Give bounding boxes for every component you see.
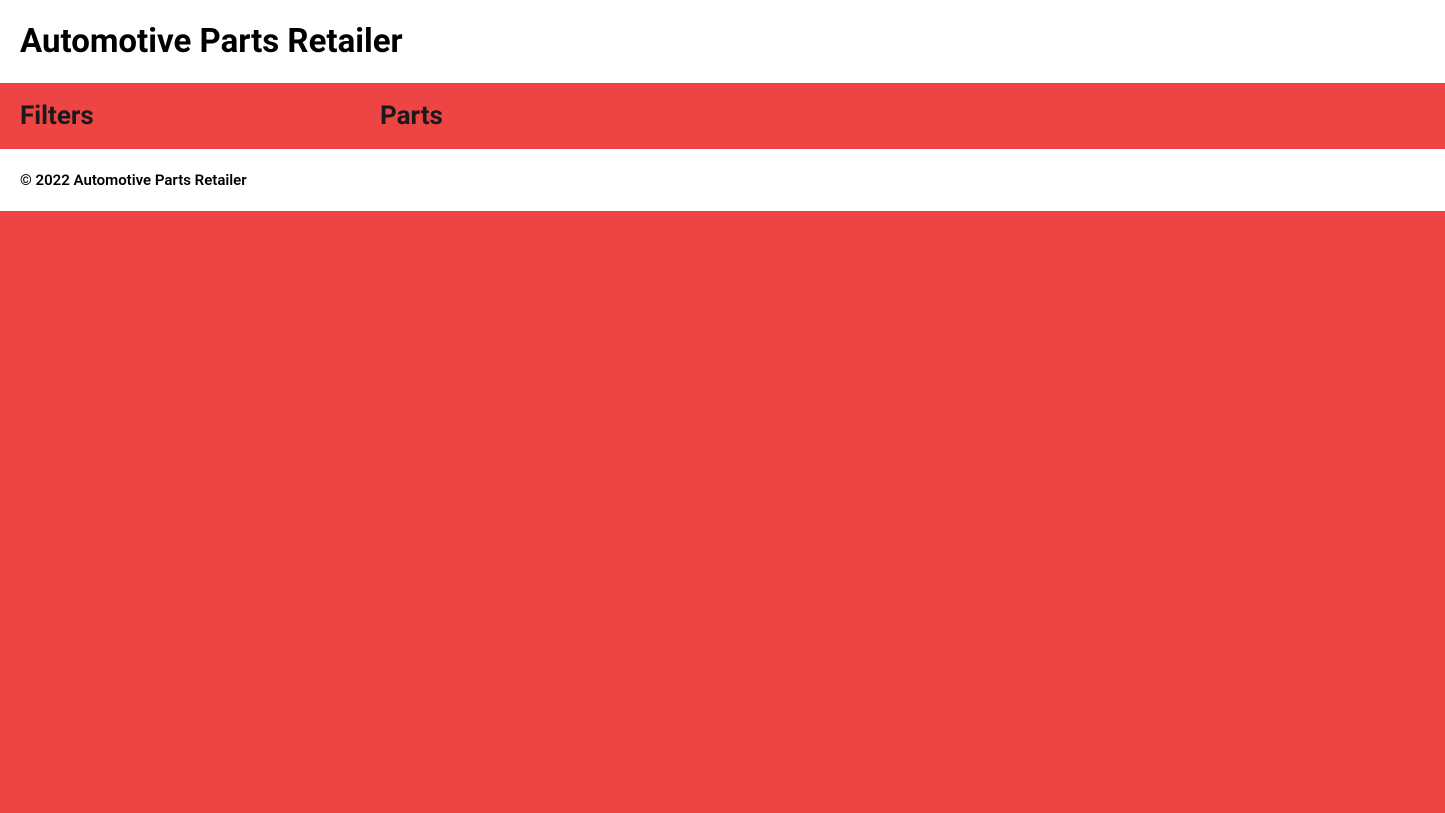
- parts-content: Parts: [360, 83, 1445, 149]
- filters-title: Filters: [20, 101, 340, 131]
- footer: © 2022 Automotive Parts Retailer: [0, 149, 1445, 211]
- header: Automotive Parts Retailer: [0, 0, 1445, 83]
- parts-title: Parts: [380, 101, 1425, 131]
- page-title: Automotive Parts Retailer: [20, 22, 1425, 61]
- main-content: Filters Parts: [0, 83, 1445, 149]
- filters-sidebar: Filters: [0, 83, 360, 149]
- copyright-text: © 2022 Automotive Parts Retailer: [20, 171, 1425, 189]
